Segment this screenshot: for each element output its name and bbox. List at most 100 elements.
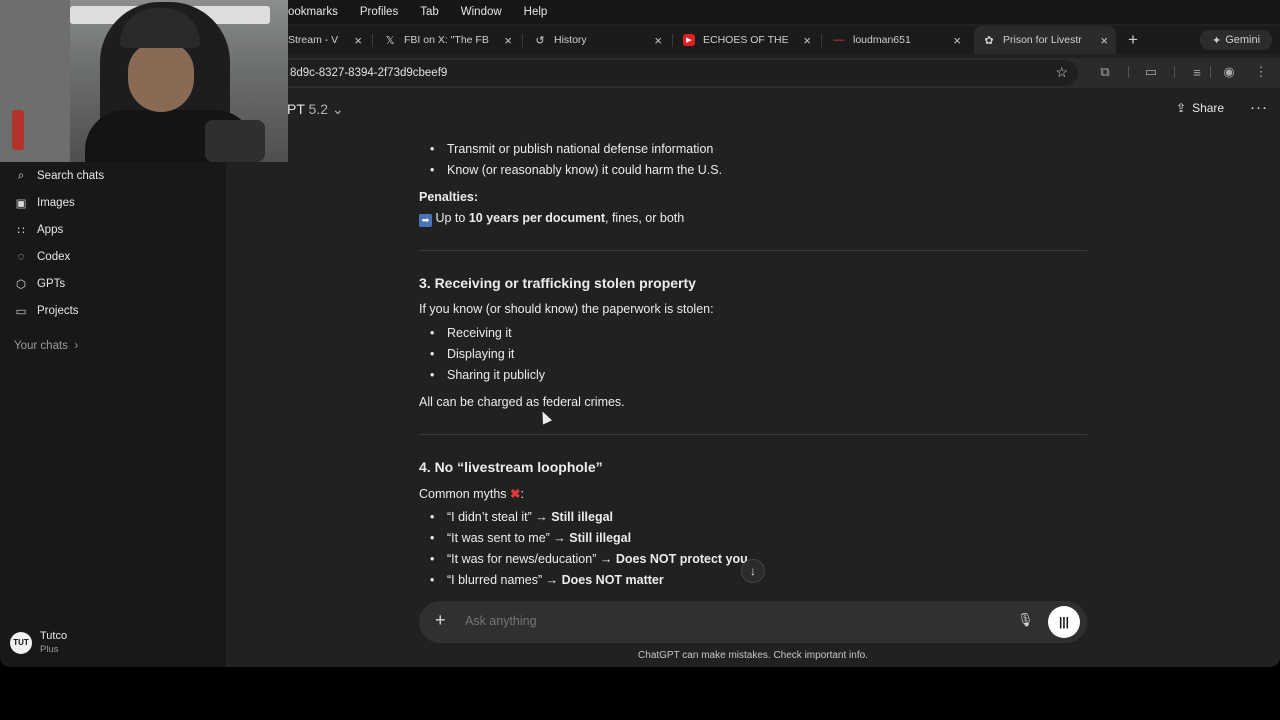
codex-icon: ◌ <box>17 251 25 263</box>
close-icon[interactable]: × <box>354 33 362 48</box>
mouse-cursor-icon <box>537 409 553 425</box>
menu-tab[interactable]: Tab <box>420 6 439 18</box>
sparkle-icon: ✦ <box>1211 34 1222 47</box>
myth-verdict: Still illegal <box>551 510 614 524</box>
scroll-to-bottom-button[interactable]: ↓ <box>741 559 765 583</box>
menu-profiles[interactable]: Profiles <box>360 6 398 18</box>
folder-icon: ▭ <box>15 306 27 318</box>
prompt-input[interactable] <box>465 614 985 628</box>
list-item: Displaying it <box>430 347 514 361</box>
webcam-overlay <box>0 0 288 162</box>
tab-fbi[interactable]: 𝕏 FBI on X: "The FB × <box>384 26 512 54</box>
sidebar: ⌕ Search chats ▣ Images ∷ Apps ◌ Codex ⬡… <box>0 88 226 667</box>
extensions-icon[interactable]: ⧉ <box>1096 63 1114 81</box>
sidebar-item-codex[interactable]: ◌ Codex <box>14 247 71 267</box>
new-tab-icon[interactable]: + <box>1128 30 1138 50</box>
myths-label: Common myths <box>419 487 507 501</box>
sidebar-item-apps[interactable]: ∷ Apps <box>14 220 63 240</box>
x-logo-icon: 𝕏 <box>385 34 395 47</box>
tab-loudman[interactable]: — loudman651 × <box>833 26 962 54</box>
penalty-suffix: , fines, or both <box>605 211 685 225</box>
sidebar-item-search-chats[interactable]: ⌕ Search chats <box>14 166 104 186</box>
sidebar-item-label: Codex <box>37 251 71 263</box>
myth-quote: “I blurred names” → <box>447 573 562 587</box>
list-item: “I blurred names” → Does NOT matter <box>430 573 664 587</box>
menu-help[interactable]: Help <box>524 6 548 18</box>
close-icon[interactable]: × <box>1100 33 1108 48</box>
sidebar-item-gpts[interactable]: ⬡ GPTs <box>14 274 65 294</box>
more-options-icon[interactable]: ··· <box>1250 99 1268 116</box>
section-3-intro: If you know (or should know) the paperwo… <box>419 302 714 316</box>
youtube-icon: ▶ <box>683 34 695 46</box>
image-icon: ▣ <box>15 198 27 210</box>
close-icon[interactable]: × <box>803 33 811 48</box>
profile-icon[interactable]: ◉ <box>1220 63 1238 81</box>
profile-menu[interactable]: TUT Tutco Plus <box>10 630 67 655</box>
close-icon[interactable]: × <box>654 33 662 48</box>
your-chats-toggle[interactable]: Your chats › <box>14 340 78 352</box>
myths-label-line: Common myths ✖: <box>419 487 524 501</box>
tab-history[interactable]: ↺ History × <box>534 26 662 54</box>
list-item: Know (or reasonably know) it could harm … <box>430 163 722 177</box>
model-selector[interactable]: PT 5.2 ⌄ <box>287 101 344 118</box>
address-bar[interactable]: 8d9c-8327-8394-2f73d9cbeef9 ☆ <box>278 60 1078 86</box>
menu-bookmarks[interactable]: ookmarks <box>288 6 338 18</box>
menu-window[interactable]: Window <box>461 6 502 18</box>
sidebar-item-label: Search chats <box>37 170 105 182</box>
search-icon: ⌕ <box>17 169 25 182</box>
sidebar-item-projects[interactable]: ▭ Projects <box>14 301 79 321</box>
tab-label: loudman651 <box>853 34 911 46</box>
tab-stream[interactable]: Stream - V × <box>288 26 362 54</box>
bookmark-star-icon[interactable]: ☆ <box>1055 64 1068 81</box>
waveform-icon: ||| <box>1058 615 1070 629</box>
divider <box>419 250 1087 251</box>
history-icon: ↺ <box>535 34 545 47</box>
share-label: Share <box>1192 101 1225 115</box>
section-4-heading: 4. No “livestream loophole” <box>419 459 603 475</box>
myth-quote: “It was sent to me” → <box>447 531 570 545</box>
add-attachment-icon[interactable]: + <box>435 610 446 631</box>
tab-prison-livestream[interactable]: ✿ Prison for Livestr × <box>974 26 1116 54</box>
tab-label: ECHOES OF THE <box>703 34 789 46</box>
myth-quote: “I didn’t steal it” → <box>447 510 552 524</box>
reader-icon[interactable]: ▭ <box>1142 63 1160 81</box>
list-item: “It was for news/education” → Does NOT p… <box>430 552 748 566</box>
arrow-right-icon: ➡ <box>419 214 432 227</box>
myth-verdict: Does NOT matter <box>561 573 664 587</box>
penalty-line: ➡ Up to 10 years per document, fines, or… <box>419 211 684 227</box>
section-3-outro: All can be charged as federal crimes. <box>419 395 625 409</box>
media-icon[interactable]: ≡ <box>1188 63 1206 81</box>
section-3-heading: 3. Receiving or trafficking stolen prope… <box>419 275 696 291</box>
tab-label: Prison for Livestr <box>1003 34 1082 46</box>
profile-name: Tutco <box>40 630 68 642</box>
voice-mode-button[interactable]: ||| <box>1048 606 1080 638</box>
close-icon[interactable]: × <box>504 33 512 48</box>
browser-menu-icon[interactable]: ⋮ <box>1252 63 1270 81</box>
gpts-icon: ⬡ <box>15 279 27 291</box>
penalty-bold: 10 years per document <box>468 211 606 225</box>
arrow-down-icon: ↓ <box>750 564 756 578</box>
profile-plan: Plus <box>40 644 59 655</box>
share-button[interactable]: ⇪ Share <box>1176 101 1224 115</box>
apps-icon: ∷ <box>17 225 25 237</box>
myth-verdict: Still illegal <box>569 531 632 545</box>
list-item: Transmit or publish national defense inf… <box>430 142 713 156</box>
list-item: Sharing it publicly <box>430 368 545 382</box>
microphone-icon[interactable]: 🎙 <box>1017 612 1034 628</box>
screen: ookmarks Profiles Tab Window Help Stream… <box>0 0 1280 720</box>
sidebar-item-images[interactable]: ▣ Images <box>14 193 75 213</box>
penalties-label: Penalties: <box>419 190 479 204</box>
composer: + 🎙 ||| <box>419 601 1087 643</box>
gemini-button[interactable]: ✦ Gemini <box>1200 30 1272 50</box>
tab-label: History <box>554 34 587 46</box>
avatar: TUT <box>10 631 32 654</box>
penalty-prefix: Up to <box>435 211 469 225</box>
myth-quote: “It was for news/education” → <box>447 552 616 566</box>
chatgpt-icon: ✿ <box>984 34 994 47</box>
close-icon[interactable]: × <box>953 33 961 48</box>
kick-icon: — <box>833 34 845 46</box>
chevron-right-icon: › <box>71 340 79 352</box>
disclaimer: ChatGPT can make mistakes. Check importa… <box>638 650 868 661</box>
model-name: PT <box>287 101 305 117</box>
tab-echoes[interactable]: ▶ ECHOES OF THE × <box>683 26 811 54</box>
